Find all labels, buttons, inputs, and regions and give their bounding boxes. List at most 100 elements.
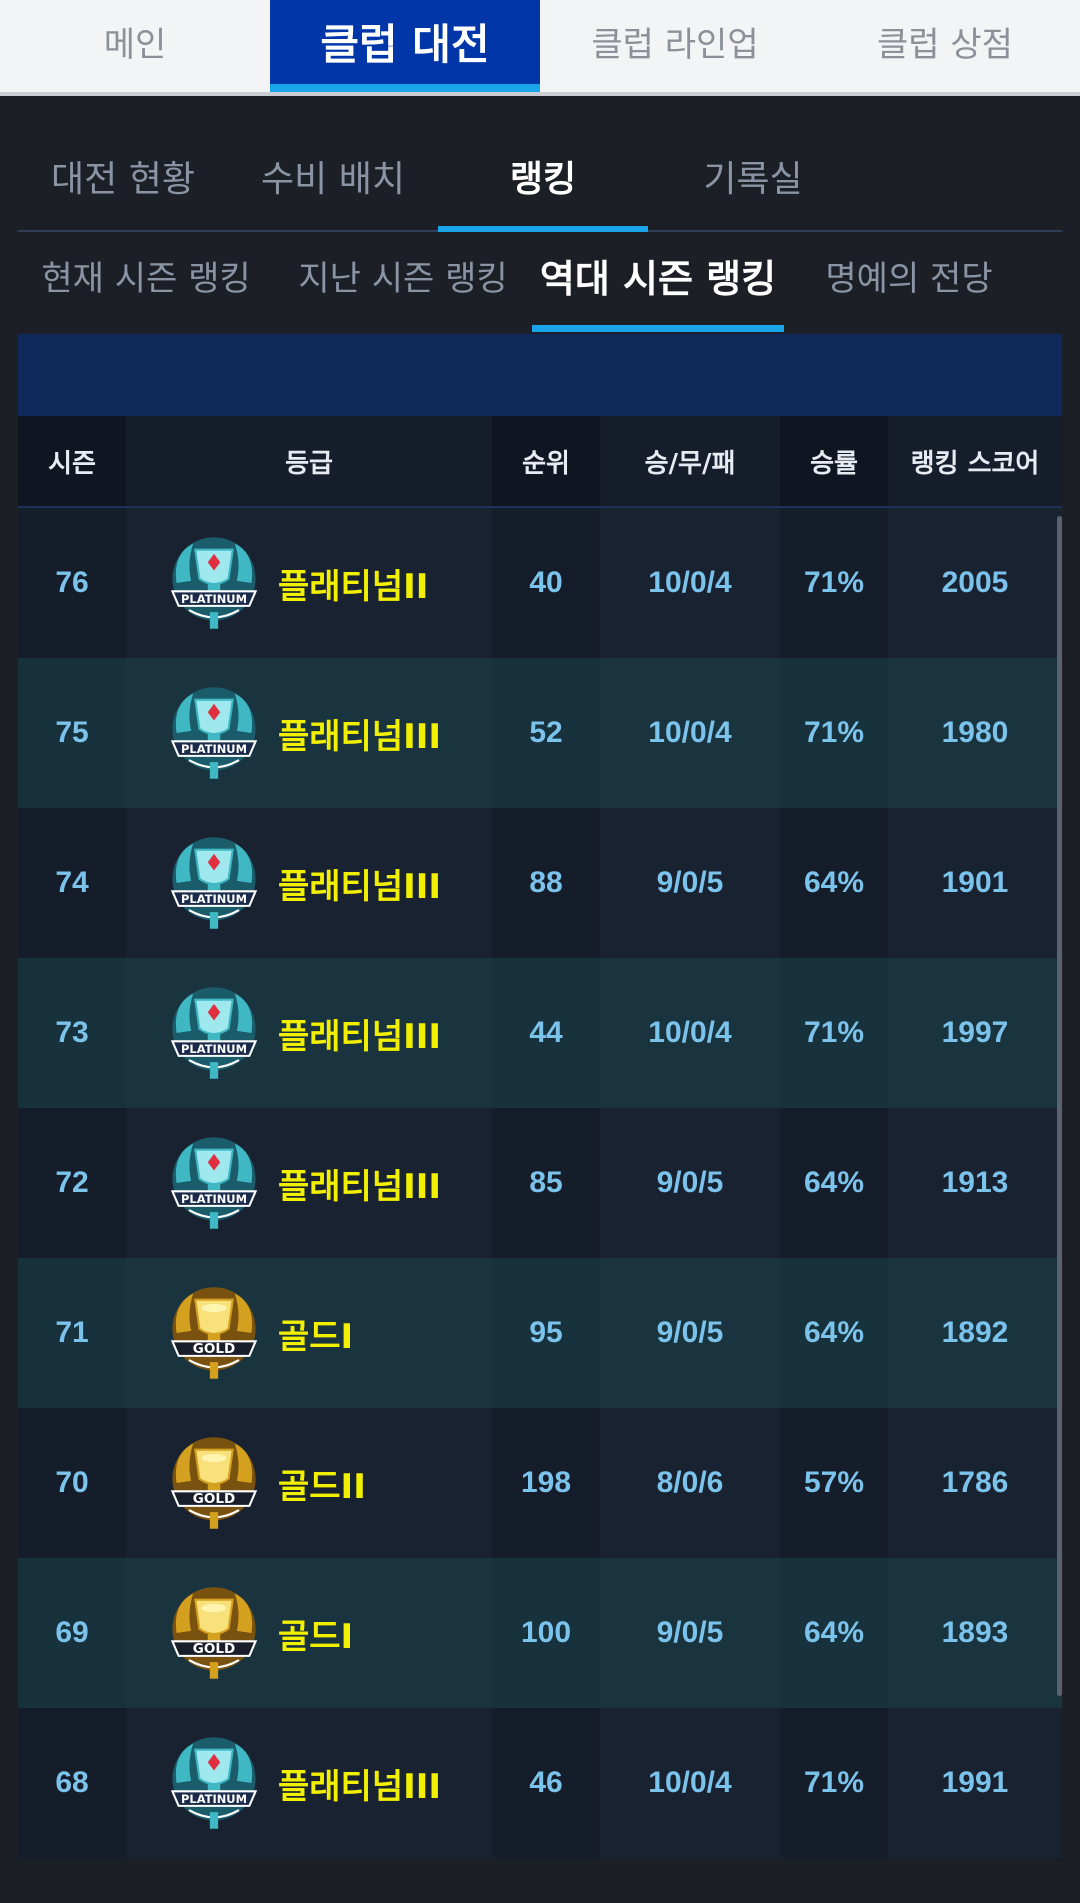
- cell-season: 74: [55, 866, 89, 899]
- table-row[interactable]: 70 GOLD 골드II 198 8/0/6 57% 1786: [18, 1408, 1062, 1558]
- cell-record: 10/0/4: [600, 658, 780, 808]
- cell-grade: PLATINUM 플래티넘III: [126, 808, 492, 958]
- ranking-tab-hall-of-fame[interactable]: 명예의 전당: [784, 232, 1034, 332]
- cell-rank: 44: [529, 1016, 563, 1049]
- badge-label: GOLD: [193, 1491, 235, 1507]
- cell-rank: 40: [529, 566, 563, 599]
- table-row[interactable]: 73 PLATINUM 플래티넘III 44 10/0/4 71% 1997: [18, 958, 1062, 1108]
- sub-tab-records[interactable]: 기록실: [648, 132, 858, 230]
- cell-rank: 95: [529, 1316, 563, 1349]
- cell-ranking-score: 1892: [888, 1258, 1062, 1408]
- table-header: 시즌 등급 순위 승/무/패 승률 랭킹 스코어: [18, 416, 1062, 508]
- table-row[interactable]: 72 PLATINUM 플래티넘III 85 9/0/5 64% 1913: [18, 1108, 1062, 1258]
- sub-tab-battle-status[interactable]: 대전 현황: [18, 132, 228, 230]
- ranking-tab-all-seasons[interactable]: 역대 시즌 랭킹: [532, 232, 784, 332]
- cell-ranking-score: 1913: [888, 1108, 1062, 1258]
- cell-rank: 85: [529, 1166, 563, 1199]
- platinum-trophy-badge-icon: PLATINUM: [170, 687, 258, 779]
- cell-winrate: 57%: [803, 1466, 865, 1499]
- ranking-tab-last-season[interactable]: 지난 시즌 랭킹: [274, 232, 532, 332]
- sub-tab-defense-placement[interactable]: 수비 배치: [228, 132, 438, 230]
- top-tab-club-battle[interactable]: 클럽 대전: [270, 0, 540, 92]
- platinum-trophy-badge-icon: PLATINUM: [170, 1737, 258, 1829]
- table-row[interactable]: 75 PLATINUM 플래티넘III 52 10/0/4 71% 1980: [18, 658, 1062, 808]
- cell-rank: 198: [520, 1466, 572, 1499]
- grade-name: 플래티넘III: [278, 1016, 442, 1057]
- badge-label: GOLD: [193, 1641, 235, 1657]
- grade-name: 플래티넘II: [278, 566, 429, 607]
- sub-nav: 대전 현황 수비 배치 랭킹 기록실: [18, 132, 1062, 232]
- header-winrate: 승률: [810, 448, 858, 479]
- badge-label: PLATINUM: [181, 592, 247, 606]
- top-tab-club-lineup[interactable]: 클럽 라인업: [540, 0, 810, 92]
- table-row[interactable]: 69 GOLD 골드I 100 9/0/5 64% 1893: [18, 1558, 1062, 1708]
- gold-trophy-badge-icon: GOLD: [170, 1587, 258, 1679]
- header-record: 승/무/패: [600, 416, 780, 506]
- grade-name: 플래티넘III: [278, 1166, 442, 1207]
- cell-rank: 46: [529, 1766, 563, 1799]
- cell-season: 68: [55, 1766, 89, 1799]
- cell-rank: 100: [520, 1616, 572, 1649]
- cell-winrate: 64%: [803, 1166, 865, 1199]
- cell-winrate: 64%: [803, 1616, 865, 1649]
- grade-name: 플래티넘III: [278, 1766, 442, 1807]
- cell-grade: PLATINUM 플래티넘II: [126, 508, 492, 658]
- grade-name: 플래티넘III: [278, 716, 442, 757]
- grade-name: 골드I: [278, 1616, 354, 1657]
- cell-season: 70: [55, 1466, 89, 1499]
- cell-grade: PLATINUM 플래티넘III: [126, 958, 492, 1108]
- cell-winrate: 71%: [803, 1766, 865, 1799]
- cell-grade: PLATINUM 플래티넘III: [126, 1108, 492, 1258]
- table-row[interactable]: 76 PLATINUM 플래티넘II 40 10/0/4 71% 2005: [18, 508, 1062, 658]
- cell-grade: PLATINUM 플래티넘III: [126, 1708, 492, 1858]
- cell-record: 9/0/5: [600, 1258, 780, 1408]
- header-rank: 순위: [522, 448, 570, 479]
- header-ranking-score: 랭킹 스코어: [888, 416, 1062, 506]
- cell-winrate: 64%: [803, 1316, 865, 1349]
- cell-winrate: 71%: [803, 1016, 865, 1049]
- badge-label: PLATINUM: [181, 1792, 247, 1806]
- sub-tab-ranking[interactable]: 랭킹: [438, 132, 648, 232]
- cell-record: 9/0/5: [600, 1558, 780, 1708]
- badge-label: PLATINUM: [181, 892, 247, 906]
- cell-season: 75: [55, 716, 89, 749]
- cell-rank: 52: [529, 716, 563, 749]
- table-scrollbar[interactable]: [1057, 516, 1062, 1696]
- badge-label: PLATINUM: [181, 1192, 247, 1206]
- cell-season: 76: [55, 566, 89, 599]
- cell-record: 8/0/6: [600, 1408, 780, 1558]
- top-tab-club-shop[interactable]: 클럽 상점: [810, 0, 1080, 92]
- ranking-nav: 현재 시즌 랭킹 지난 시즌 랭킹 역대 시즌 랭킹 명예의 전당: [18, 232, 1062, 332]
- top-tab-main[interactable]: 메인: [0, 0, 270, 92]
- header-grade: 등급: [126, 416, 492, 506]
- ranking-tab-current-season[interactable]: 현재 시즌 랭킹: [18, 232, 274, 332]
- cell-record: 9/0/5: [600, 1108, 780, 1258]
- table-row[interactable]: 74 PLATINUM 플래티넘III 88 9/0/5 64% 1901: [18, 808, 1062, 958]
- cell-ranking-score: 1980: [888, 658, 1062, 808]
- cell-winrate: 64%: [803, 866, 865, 899]
- badge-label: PLATINUM: [181, 742, 247, 756]
- badge-label: GOLD: [193, 1341, 235, 1357]
- platinum-trophy-badge-icon: PLATINUM: [170, 537, 258, 629]
- cell-season: 71: [55, 1316, 89, 1349]
- table-banner: [18, 334, 1062, 416]
- cell-ranking-score: 1991: [888, 1708, 1062, 1858]
- gold-trophy-badge-icon: GOLD: [170, 1437, 258, 1529]
- cell-record: 10/0/4: [600, 508, 780, 658]
- cell-ranking-score: 1997: [888, 958, 1062, 1108]
- grade-name: 플래티넘III: [278, 866, 442, 907]
- grade-name: 골드II: [278, 1466, 366, 1507]
- cell-record: 9/0/5: [600, 808, 780, 958]
- cell-ranking-score: 1786: [888, 1408, 1062, 1558]
- cell-ranking-score: 1901: [888, 808, 1062, 958]
- cell-grade: PLATINUM 플래티넘III: [126, 658, 492, 808]
- cell-grade: GOLD 골드II: [126, 1408, 492, 1558]
- table-body: 76 PLATINUM 플래티넘II 40 10/0/4 71% 2005 75: [18, 508, 1062, 1858]
- cell-winrate: 71%: [803, 566, 865, 599]
- top-nav: 메인 클럽 대전 클럽 라인업 클럽 상점: [0, 0, 1080, 96]
- table-row[interactable]: 71 GOLD 골드I 95 9/0/5 64% 1892: [18, 1258, 1062, 1408]
- cell-grade: GOLD 골드I: [126, 1558, 492, 1708]
- cell-winrate: 71%: [803, 716, 865, 749]
- table-row[interactable]: 68 PLATINUM 플래티넘III 46 10/0/4 71% 1991: [18, 1708, 1062, 1858]
- header-season: 시즌: [48, 448, 96, 479]
